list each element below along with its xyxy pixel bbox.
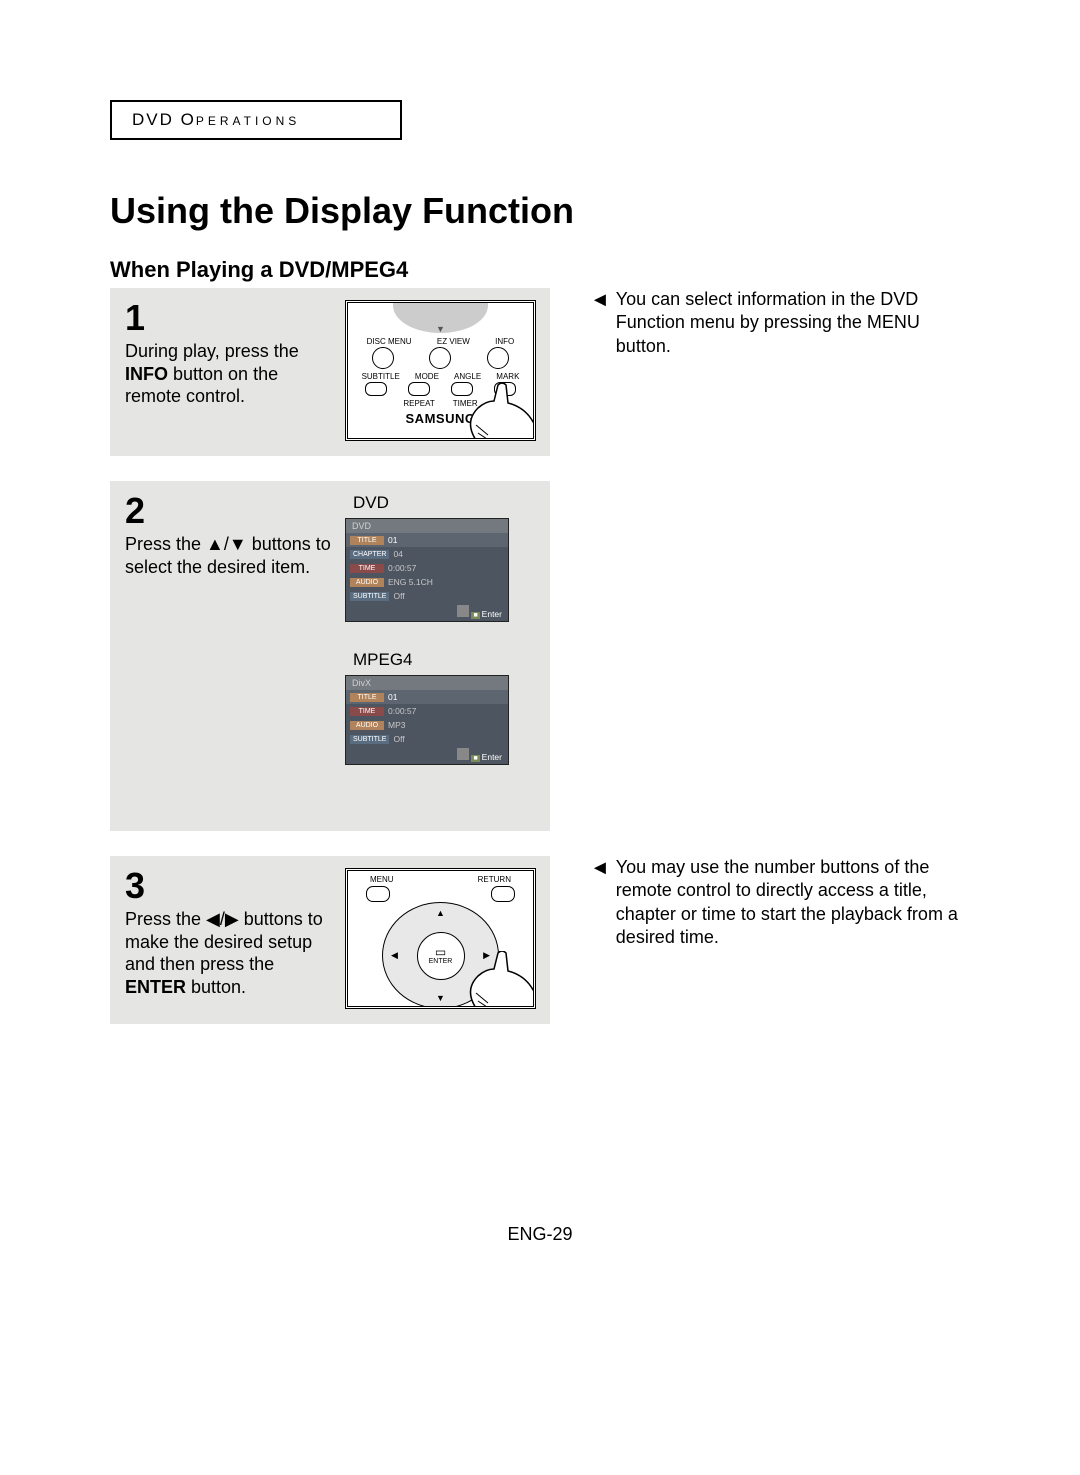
remote-label: EZ VIEW xyxy=(437,337,470,346)
note-3: ◄ You may use the number buttons of the … xyxy=(550,856,970,950)
step-1-text: During play, press the INFO button on th… xyxy=(125,340,335,408)
page-subtitle: When Playing a DVD/MPEG4 xyxy=(110,257,970,283)
osd-head: DivX xyxy=(346,676,508,690)
note-1: ◄ You can select information in the DVD … xyxy=(550,288,970,358)
note-arrow-icon: ◄ xyxy=(590,290,610,310)
page-title: Using the Display Function xyxy=(110,190,970,232)
remote-illustration-3: MENU RETURN ▲▼◀▶ ▭ ENTER xyxy=(345,868,536,1009)
step-3-text: Press the ◀/▶ buttons to make the desire… xyxy=(125,908,335,998)
page: DVD OPERATIONS Using the Display Functio… xyxy=(0,0,1080,1295)
remote-label: SUBTITLE xyxy=(362,372,400,381)
remote-label: REPEAT xyxy=(403,399,434,408)
step-1-row: 1 During play, press the INFO button on … xyxy=(110,288,970,456)
remote-label: MODE xyxy=(415,372,439,381)
remote-label: INFO xyxy=(495,337,514,346)
step-3-number: 3 xyxy=(125,868,335,904)
remote-label: ANGLE xyxy=(454,372,481,381)
close-icon xyxy=(457,605,469,617)
step-3-row: 3 Press the ◀/▶ buttons to make the desi… xyxy=(110,856,970,1024)
step-2-number: 2 xyxy=(125,493,335,529)
remote-label: DISC MENU xyxy=(367,337,412,346)
step-2-text: Press the ▲/▼ buttons to select the desi… xyxy=(125,533,335,578)
section-header-box: DVD OPERATIONS xyxy=(110,100,402,140)
note-arrow-icon: ◄ xyxy=(590,858,610,878)
hand-icon xyxy=(458,951,536,1009)
step-1-block: 1 During play, press the INFO button on … xyxy=(110,288,550,456)
page-footer: ENG-29 xyxy=(110,1224,970,1245)
osd-mpeg4-label: MPEG4 xyxy=(353,650,413,670)
close-icon xyxy=(457,748,469,760)
note-1-text: You can select information in the DVD Fu… xyxy=(616,288,970,358)
remote-label: MENU xyxy=(370,875,394,884)
step-3-block: 3 Press the ◀/▶ buttons to make the desi… xyxy=(110,856,550,1024)
osd-dvd-menu: DVD TITLE01 CHAPTER04 TIME0:00:57 AUDIOE… xyxy=(345,518,509,622)
note-3-text: You may use the number buttons of the re… xyxy=(616,856,970,950)
hand-icon xyxy=(458,383,536,441)
osd-mpeg4-menu: DivX TITLE01 TIME0:00:57 AUDIOMP3 SUBTIT… xyxy=(345,675,509,765)
osd-head: DVD xyxy=(346,519,508,533)
remote-label: MARK xyxy=(496,372,519,381)
step-2-block: 2 Press the ▲/▼ buttons to select the de… xyxy=(110,481,550,831)
step-1-number: 1 xyxy=(125,300,335,336)
remote-label: RETURN xyxy=(478,875,511,884)
osd-dvd-label: DVD xyxy=(353,493,389,513)
section-header-text: DVD OPERATIONS xyxy=(132,110,300,129)
remote-illustration-1: DISC MENU EZ VIEW INFO SUBTITLE MODE ANG… xyxy=(345,300,536,441)
step-2-row: 2 Press the ▲/▼ buttons to select the de… xyxy=(110,481,970,831)
